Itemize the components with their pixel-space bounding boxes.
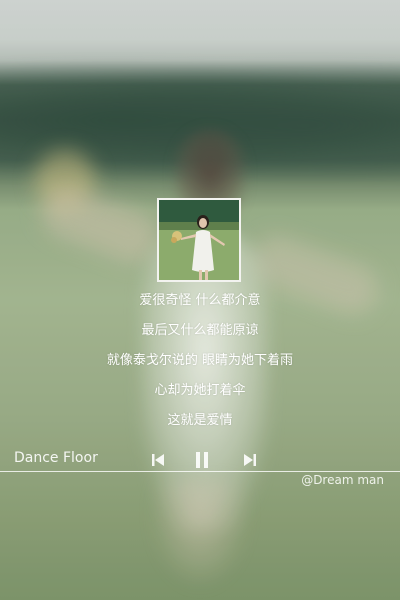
skip-forward-icon — [244, 454, 256, 466]
player-bar: Dance Floor — [0, 446, 400, 474]
lyric-line: 最后又什么都能原谅 — [141, 323, 259, 338]
album-cover[interactable] — [157, 198, 241, 282]
lyric-line: 心却为她打着伞 — [154, 383, 246, 398]
lyric-line: 就像泰戈尔说的 眼睛为她下着雨 — [106, 353, 294, 368]
album-cover-image — [159, 200, 239, 280]
progress-divider — [0, 471, 400, 472]
previous-track-button[interactable] — [150, 451, 166, 469]
track-title: Dance Floor — [14, 450, 98, 466]
skip-back-icon — [152, 454, 164, 466]
pause-button[interactable] — [194, 451, 210, 469]
next-track-button[interactable] — [242, 451, 258, 469]
author-credit: @Dream man — [301, 473, 384, 487]
pause-icon — [196, 452, 208, 468]
lyric-line: 爱很奇怪 什么都介意 — [139, 293, 261, 308]
lyric-line: 这就是爱情 — [167, 413, 233, 428]
lyrics-panel: 爱很奇怪 什么都介意 最后又什么都能原谅 就像泰戈尔说的 眼睛为她下着雨 心却为… — [0, 290, 400, 440]
